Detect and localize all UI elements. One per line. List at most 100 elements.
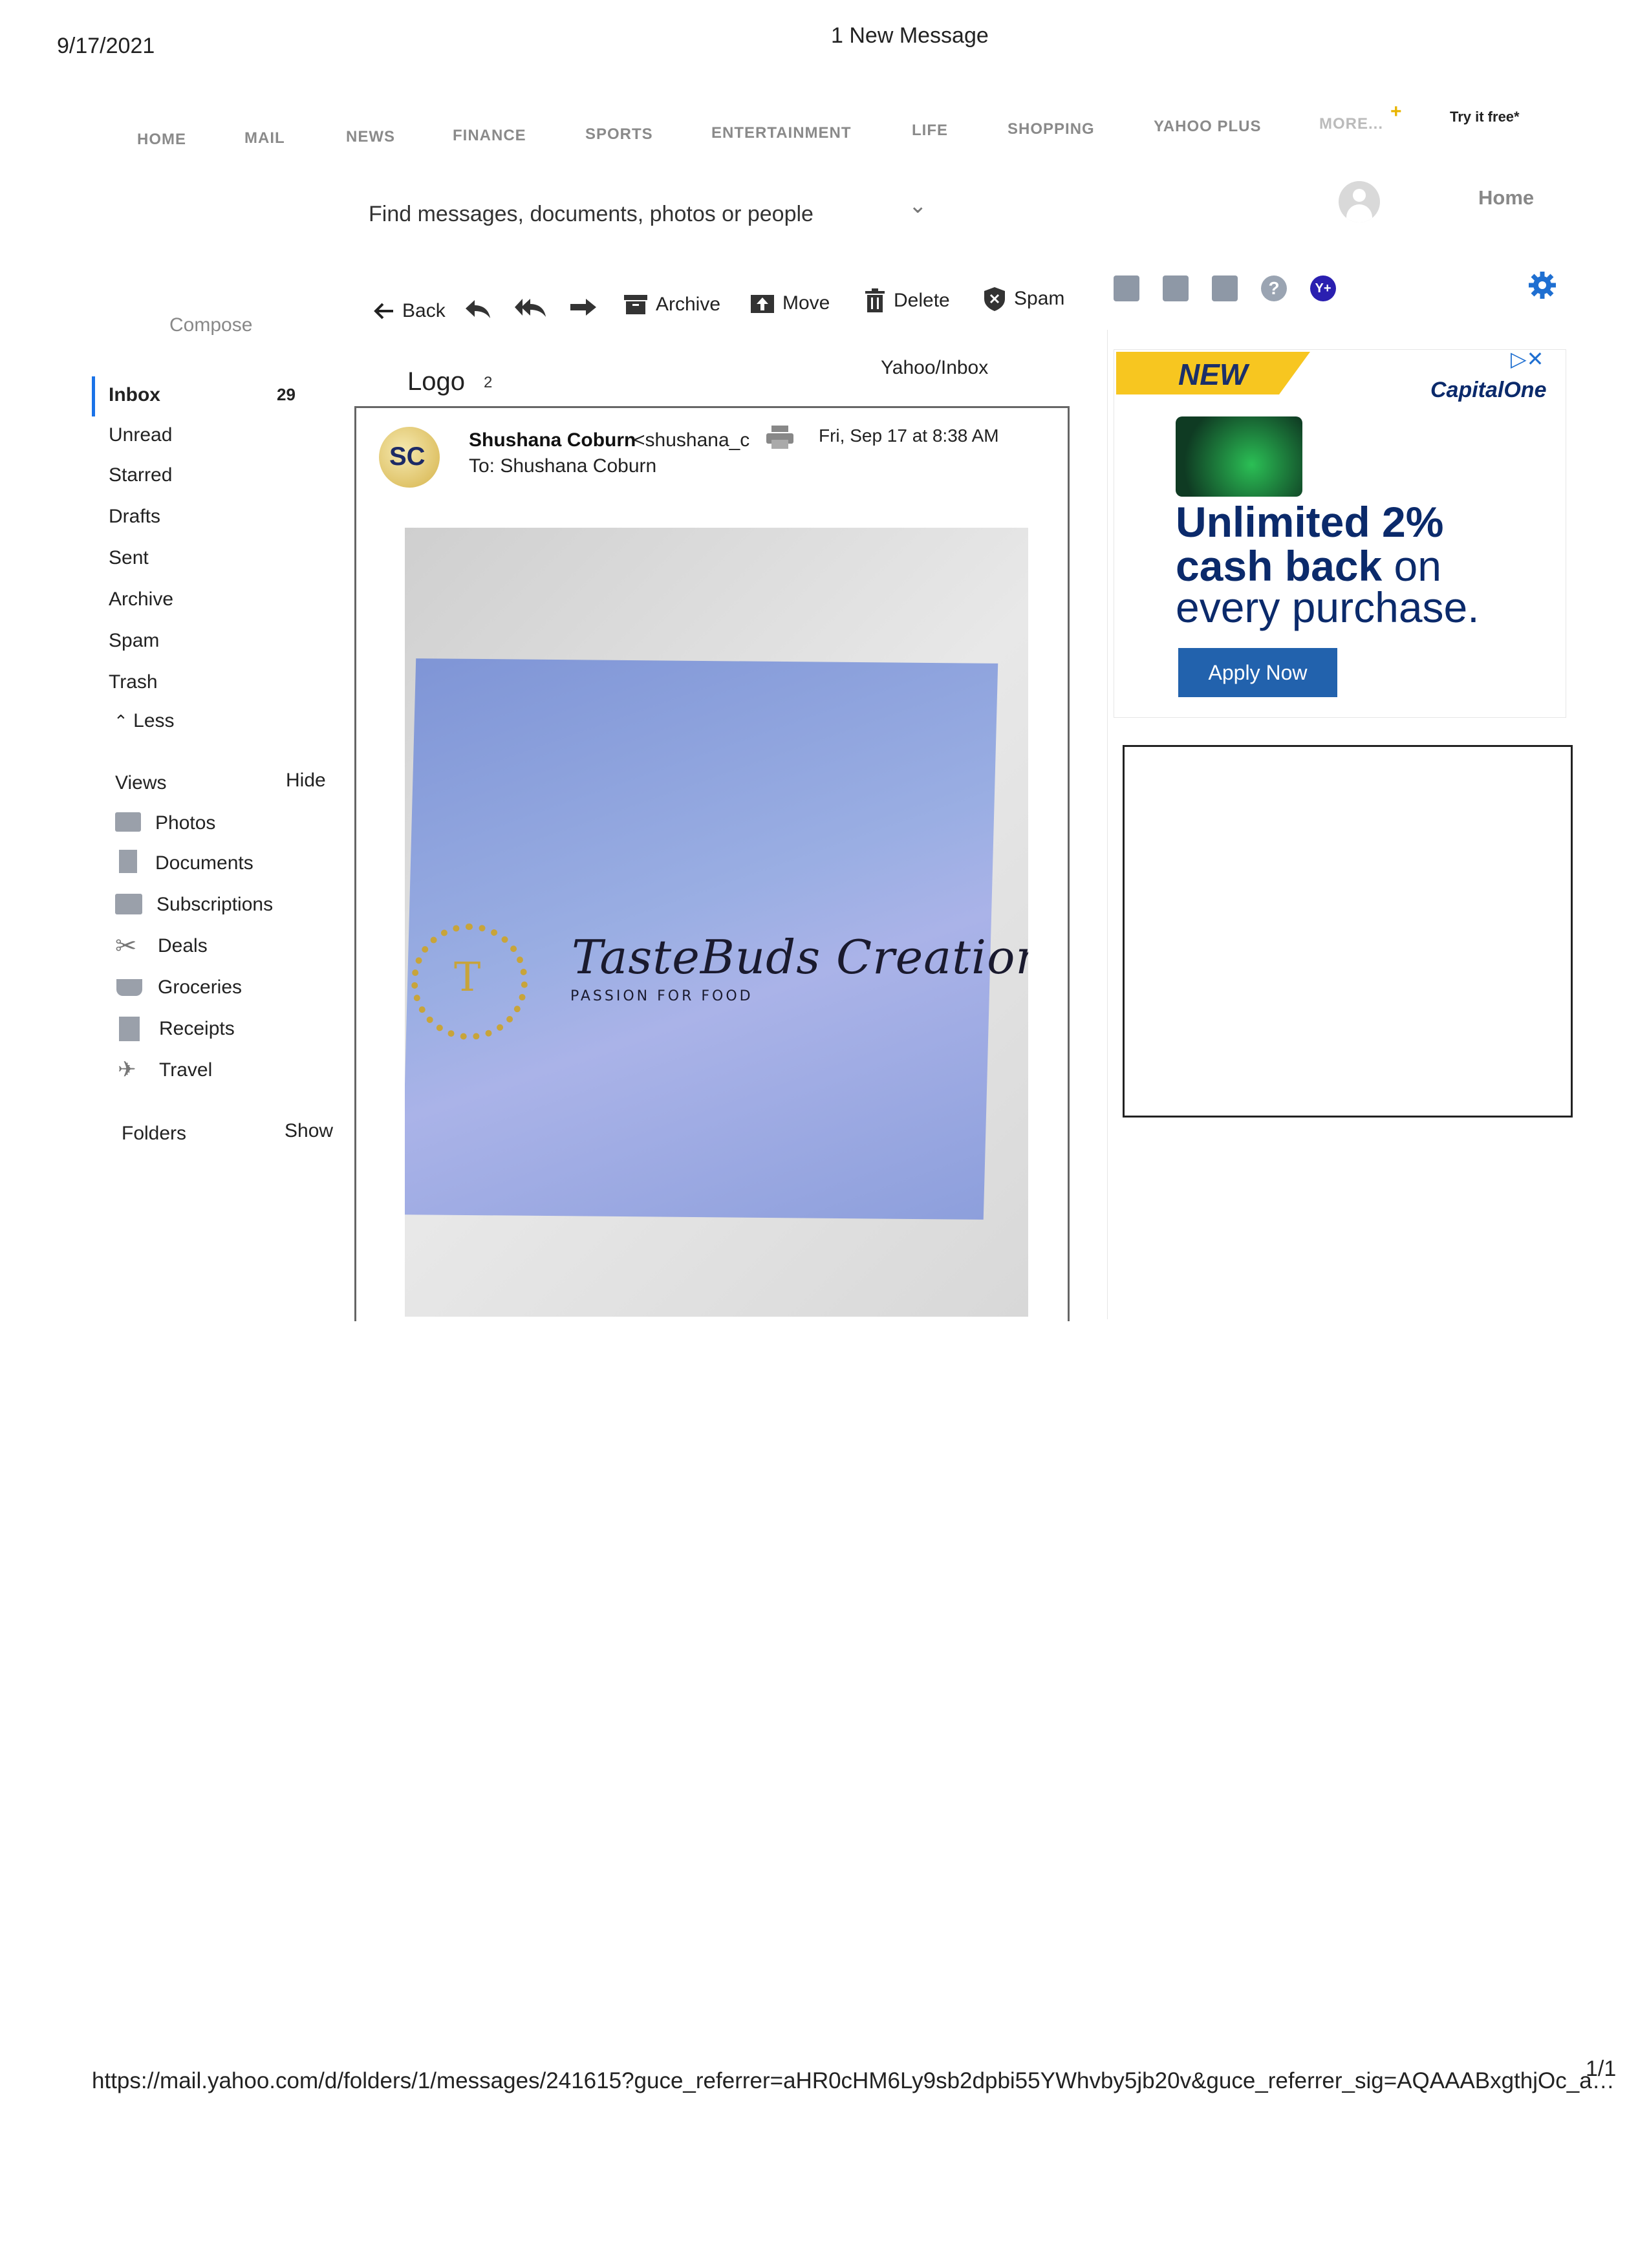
sidebar-item-archive[interactable]: Archive (109, 589, 173, 610)
calendar-icon[interactable] (1163, 275, 1189, 301)
inbox-label: Inbox (109, 384, 160, 405)
ad-headline-line3: every purchase. (1176, 583, 1480, 631)
move-button[interactable]: Move (750, 292, 830, 314)
sidebar-view-subscriptions[interactable]: Subscriptions (156, 894, 273, 916)
sidebar-item-unread[interactable]: Unread (109, 424, 172, 446)
sender-name[interactable]: Shushana Coburn (469, 429, 636, 451)
active-folder-indicator (92, 376, 95, 416)
sidebar-less-toggle[interactable]: ⌃ Less (114, 710, 175, 732)
nav-news[interactable]: NEWS (346, 128, 395, 146)
print-title: 1 New Message (831, 23, 989, 48)
ad-new-badge: NEW (1116, 352, 1310, 394)
ad-badge-text: NEW (1178, 358, 1248, 391)
sidebar-view-groceries[interactable]: Groceries (158, 977, 242, 999)
sidebar-view-documents[interactable]: Documents (155, 852, 253, 874)
nav-home[interactable]: HOME (137, 131, 186, 149)
gear-icon[interactable] (1527, 270, 1557, 303)
spam-label: Spam (1014, 288, 1065, 309)
thread-count: 2 (484, 374, 493, 391)
search-input[interactable]: Find messages, documents, photos or peop… (369, 202, 814, 227)
sender-initials: SC (389, 442, 426, 471)
trash-icon (865, 288, 885, 312)
try-it-free-link[interactable]: Try it free* (1450, 109, 1520, 125)
forward-button[interactable] (569, 296, 598, 318)
reply-all-button[interactable] (513, 296, 547, 318)
back-button[interactable]: Back (374, 300, 446, 322)
sidebar-view-deals[interactable]: Deals (158, 935, 208, 957)
empty-ad-slot (1123, 745, 1573, 1118)
less-label: Less (133, 710, 175, 731)
sidebar-view-photos[interactable]: Photos (155, 812, 215, 834)
print-url: https://mail.yahoo.com/d/folders/1/messa… (92, 2068, 1615, 2093)
airplane-icon: ✈ (118, 1057, 136, 1082)
home-link[interactable]: Home (1478, 186, 1534, 210)
sidebar-view-receipts[interactable]: Receipts (159, 1018, 235, 1040)
nav-sports[interactable]: SPORTS (585, 125, 653, 144)
sidebar-item-inbox[interactable]: Inbox (109, 384, 160, 406)
nav-mail[interactable]: MAIL (244, 129, 285, 147)
photos-icon (115, 812, 141, 832)
sidebar-item-trash[interactable]: Trash (109, 671, 158, 693)
ad-close-icon[interactable]: ▷✕ (1511, 347, 1544, 371)
inbox-unread-count: 29 (277, 385, 296, 404)
compose-button[interactable]: Compose (169, 314, 252, 336)
logo-brand-text: TasteBuds Creations, LLC (572, 930, 1028, 984)
sidebar-item-starred[interactable]: Starred (109, 464, 172, 486)
sender-avatar: SC (379, 427, 440, 488)
sidebar-item-sent[interactable]: Sent (109, 547, 149, 569)
reply-icon (466, 300, 490, 318)
sender-email[interactable]: <shushana_c (634, 429, 749, 451)
views-hide-toggle[interactable]: Hide (286, 770, 326, 792)
chevron-down-icon[interactable]: ⌄ (909, 193, 927, 219)
delete-label: Delete (894, 290, 950, 311)
logo-monogram: T (411, 923, 528, 1040)
ad-headline-bold: cash back (1176, 542, 1383, 590)
sidebar-item-drafts[interactable]: Drafts (109, 506, 160, 528)
subscriptions-icon (115, 894, 142, 914)
credit-card-image (1176, 416, 1302, 497)
reply-button[interactable] (463, 297, 491, 319)
views-heading: Views (115, 772, 167, 794)
shield-icon (984, 287, 1005, 311)
yahoo-plus-icon[interactable]: Y+ (1310, 275, 1336, 301)
logo-photo[interactable]: T TasteBuds Creations, LLC PASSION FOR F… (405, 528, 1028, 1317)
back-arrow-icon (374, 303, 393, 319)
spam-button[interactable]: Spam (983, 286, 1064, 312)
contacts-icon[interactable] (1114, 275, 1139, 301)
ad-brand-logo: CapitalOne (1430, 378, 1547, 402)
scissors-icon: ✂ (115, 932, 137, 960)
folder-path: Yahoo/Inbox (881, 357, 989, 378)
message-date: Fri, Sep 17 at 8:38 AM (819, 426, 999, 446)
profile-avatar[interactable] (1339, 181, 1380, 222)
logo-monogram-letter: T (454, 953, 481, 1000)
printer-icon[interactable] (765, 424, 795, 453)
nav-finance[interactable]: FINANCE (453, 127, 526, 145)
apply-now-button[interactable]: Apply Now (1178, 648, 1337, 697)
plus-icon: + (1390, 101, 1402, 122)
delete-button[interactable]: Delete (864, 288, 950, 313)
nav-life[interactable]: LIFE (912, 122, 948, 140)
right-icon-bar: ? Y+ (1114, 275, 1336, 301)
sidebar-item-spam[interactable]: Spam (109, 630, 159, 652)
nav-more[interactable]: MORE... (1319, 115, 1383, 133)
logo-tagline: PASSION FOR FOOD (570, 988, 753, 1004)
notepad-icon[interactable] (1212, 275, 1238, 301)
archive-button[interactable]: Archive (623, 294, 720, 316)
move-label: Move (782, 292, 830, 314)
ad-headline-rest: on (1382, 542, 1441, 590)
print-date: 9/17/2021 (57, 34, 155, 58)
receipt-icon (119, 1017, 140, 1041)
forward-icon (570, 299, 596, 316)
folders-heading: Folders (122, 1123, 187, 1144)
nav-yahoo-plus[interactable]: YAHOO PLUS (1154, 118, 1261, 136)
print-page-number: 1/1 (1586, 2057, 1617, 2081)
chevron-up-icon: ⌃ (114, 711, 128, 731)
nav-shopping[interactable]: SHOPPING (1008, 120, 1095, 138)
archive-label: Archive (656, 294, 721, 315)
sidebar-view-travel[interactable]: Travel (159, 1059, 212, 1081)
nav-entertainment[interactable]: ENTERTAINMENT (711, 124, 852, 142)
ad-headline-line1: Unlimited 2% (1176, 498, 1444, 546)
folders-show-toggle[interactable]: Show (285, 1120, 333, 1142)
back-label: Back (402, 300, 446, 321)
help-icon[interactable]: ? (1261, 275, 1287, 301)
